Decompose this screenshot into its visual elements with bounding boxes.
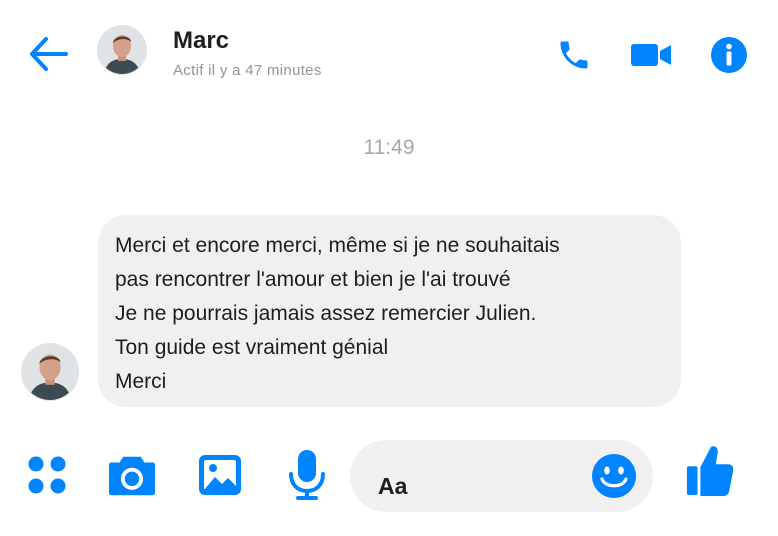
message-line: Ton guide est vraiment génial (115, 336, 389, 359)
message-line: pas rencontrer l'amour et bien je l'ai t… (115, 268, 511, 291)
message-bubble: Merci et encore merci, même si je ne sou… (98, 215, 681, 407)
message-line: Je ne pourrais jamais assez remercier Ju… (115, 302, 537, 325)
message-input-placeholder[interactable]: Aa (378, 473, 407, 500)
message-timestamp: 11:49 (363, 136, 415, 159)
image-icon[interactable] (195, 448, 245, 502)
avatar[interactable] (22, 344, 78, 400)
phone-icon[interactable] (552, 33, 596, 77)
avatar[interactable] (98, 26, 146, 74)
info-icon[interactable] (707, 33, 751, 77)
apps-grid-icon[interactable] (22, 448, 72, 502)
contact-name: Marc (173, 27, 230, 54)
message-input[interactable]: Aa (350, 440, 653, 512)
emoji-icon[interactable] (590, 452, 638, 500)
message-line: Merci (115, 370, 167, 393)
back-arrow-icon[interactable] (28, 34, 70, 74)
microphone-icon[interactable] (282, 448, 332, 502)
active-status: Actif il y a 47 minutes (173, 62, 322, 79)
video-camera-icon[interactable] (629, 33, 673, 77)
conversation-header: Marc Actif il y a 47 minutes (0, 0, 778, 110)
message-line: Merci et encore merci, même si je ne sou… (115, 234, 560, 257)
camera-icon[interactable] (107, 448, 157, 502)
thumbs-up-icon[interactable] (685, 444, 735, 498)
